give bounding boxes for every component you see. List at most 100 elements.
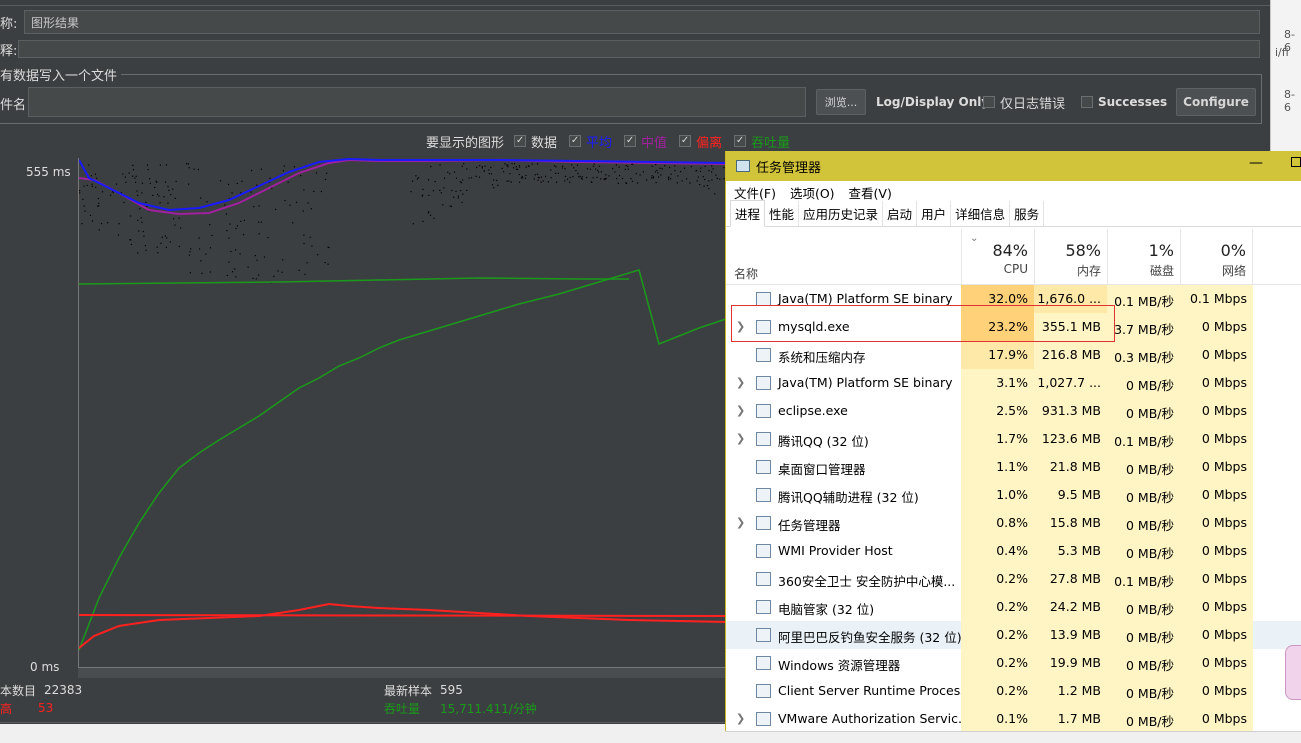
data-point [686,178,688,180]
process-row[interactable]: 系统和压缩内存 17.9% 216.8 MB 0.3 MB/秒 0 Mbps [726,341,1301,369]
task-manager-icon [736,160,750,172]
data-point [155,180,157,182]
legend-checkbox-deviation[interactable]: ✓ [679,135,692,147]
data-point [161,236,163,238]
process-row[interactable]: Windows 资源管理器 0.2% 19.9 MB 0 MB/秒 0 Mbps [726,649,1301,677]
expand-chevron-icon[interactable]: ❯ [736,376,745,389]
process-row[interactable]: ❯ Java(TM) Platform SE binary 3.1% 1,027.7 … [726,369,1301,397]
comment-input[interactable] [18,40,1260,58]
menu-view[interactable]: 查看(V) [849,183,892,202]
data-point [174,197,176,199]
data-point [470,177,473,179]
data-point [144,245,146,247]
process-disk: 0 MB/秒 [1107,705,1180,733]
data-point [226,230,228,232]
configure-button[interactable]: Configure [1176,88,1256,116]
maximize-icon[interactable] [1291,157,1301,167]
process-disk: 0.1 MB/秒 [1107,565,1180,593]
data-point [117,234,120,236]
tab-startup[interactable]: 启动 [883,201,918,226]
data-point [615,164,617,166]
process-network: 0 Mbps [1180,341,1253,369]
process-row[interactable]: ❯ eclipse.exe 2.5% 931.3 MB 0 MB/秒 0 Mbps [726,397,1301,425]
process-row[interactable]: 电脑管家 (32 位) 0.2% 24.2 MB 0 MB/秒 0 Mbps [726,593,1301,621]
tab-processes[interactable]: 进程 [730,200,766,227]
process-row[interactable]: Java(TM) Platform SE binary 32.0% 1,676.0 … [726,285,1301,313]
data-point [631,180,633,182]
expand-chevron-icon[interactable]: ❯ [736,404,745,417]
data-point [317,254,319,256]
floating-side-widget[interactable] [1285,645,1301,700]
data-point [320,190,322,193]
expand-chevron-icon[interactable]: ❯ [736,712,745,725]
data-point [267,237,269,239]
process-row[interactable]: 360安全卫士 安全防护中心模... 0.2% 27.8 MB 0.1 MB/秒 0 M… [726,565,1301,593]
column-header-disk[interactable]: 1% 磁盘 [1107,229,1180,285]
data-point [422,220,424,222]
process-row[interactable]: ❯ mysqld.exe 23.2% 355.1 MB 3.7 MB/秒 0 Mbps [726,313,1301,341]
y-max-label: 555 ms [26,165,71,179]
data-point [415,175,417,177]
process-disk: 0 MB/秒 [1107,509,1180,537]
process-row[interactable]: ❯ 腾讯QQ (32 位) 1.7% 123.6 MB 0.1 MB/秒 0 Mbps [726,425,1301,453]
legend-checkbox-data[interactable]: ✓ [514,135,527,147]
tab-app-history[interactable]: 应用历史记录 [799,201,884,226]
process-row[interactable]: ❯ VMware Authorization Servic... 0.1% 1.7 M… [726,705,1301,733]
data-point [228,237,230,239]
data-point [89,214,92,216]
process-cpu: 0.2% [961,593,1034,621]
tab-details[interactable]: 详细信息 [951,201,1011,226]
tab-users[interactable]: 用户 [917,201,952,226]
browse-button[interactable]: 浏览... [816,89,866,115]
name-input[interactable]: 图形结果 [24,10,1260,34]
expand-chevron-icon[interactable]: ❯ [736,432,745,445]
top-divider [0,5,1270,6]
graph-horizontal-scrollbar[interactable] [78,668,728,678]
task-manager-titlebar[interactable]: 任务管理器 — [726,151,1301,181]
process-row[interactable]: Client Server Runtime Process 0.2% 1.2 MB 0… [726,677,1301,705]
successes-checkbox[interactable] [1081,96,1093,108]
column-header-cpu[interactable]: ⌄ 84% CPU [961,229,1034,285]
data-point [680,171,682,173]
data-point [156,193,159,195]
process-row[interactable]: ❯ 任务管理器 0.8% 15.8 MB 0 MB/秒 0 Mbps [726,509,1301,537]
data-point [199,248,201,250]
process-row[interactable]: 阿里巴巴反钓鱼安全服务 (32 位) 0.2% 13.9 MB 0 MB/秒 0 Mbp… [726,621,1301,649]
data-point [627,165,629,168]
filename-input[interactable] [28,87,806,117]
data-point [258,221,260,223]
data-point [88,164,90,166]
data-point [198,237,200,239]
expand-chevron-icon[interactable]: ❯ [736,320,745,333]
minimize-icon[interactable]: — [1249,155,1263,171]
process-name: 阿里巴巴反钓鱼安全服务 (32 位) [778,630,962,645]
data-point [255,278,257,280]
data-point [564,175,566,177]
data-point [553,165,556,167]
column-header-name[interactable]: 名称 [734,265,758,282]
menu-options[interactable]: 选项(O) [790,183,835,202]
data-point [703,185,705,187]
data-point [209,271,211,273]
process-row[interactable]: 腾讯QQ辅助进程 (32 位) 1.0% 9.5 MB 0 MB/秒 0 Mbps [726,481,1301,509]
expand-chevron-icon[interactable]: ❯ [736,516,745,529]
menu-file[interactable]: 文件(F) [734,183,776,202]
data-point [589,168,591,170]
process-memory: 123.6 MB [1034,425,1107,453]
data-point [200,197,202,199]
legend-checkbox-average[interactable]: ✓ [569,135,582,147]
errors-only-checkbox[interactable] [983,96,995,108]
column-header-network[interactable]: 0% 网络 [1180,229,1253,285]
process-cpu: 1.1% [961,453,1034,481]
process-row[interactable]: 桌面窗口管理器 1.1% 21.8 MB 0 MB/秒 0 Mbps [726,453,1301,481]
data-point [699,184,701,186]
process-cpu: 1.0% [961,481,1034,509]
column-header-memory[interactable]: 58% 内存 [1034,229,1107,285]
tab-performance[interactable]: 性能 [765,201,800,226]
legend-checkbox-median[interactable]: ✓ [624,135,637,147]
tab-services[interactable]: 服务 [1010,201,1045,226]
data-point [524,177,526,179]
legend-checkbox-throughput[interactable]: ✓ [734,135,747,147]
process-row[interactable]: WMI Provider Host 0.4% 5.3 MB 0 MB/秒 0 Mbps [726,537,1301,565]
data-point [652,176,655,178]
